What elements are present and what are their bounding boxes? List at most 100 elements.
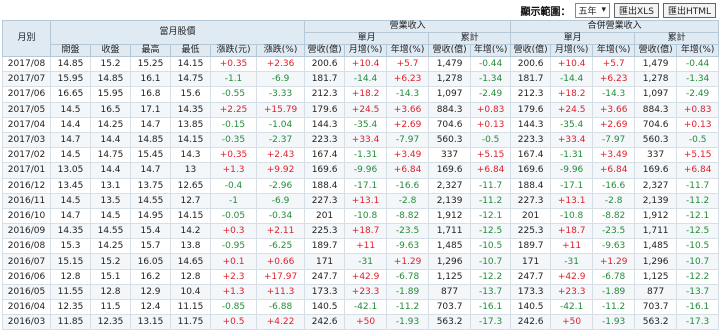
table-cell-l: 14.15 (170, 55, 211, 73)
export-html-button[interactable]: 匯出HTML (662, 2, 716, 18)
table-cell-cr2: 1,125 (634, 268, 678, 285)
table-cell-cr2: 877 (634, 283, 678, 301)
table-cell-cy2: +6.84 (676, 162, 720, 179)
header-cons-yoy: 年增(%) (592, 44, 636, 57)
table-row: 2016/05 11.55 12.8 12.9 10.4 +1.3 +11.3 173.3 +2… (2, 283, 720, 301)
table-cell-cy: -10.5 (470, 238, 512, 255)
header-cumulative: 累計 (428, 32, 512, 45)
header-cons-mom: 月增(%) (550, 44, 594, 57)
table-cell-l: 14.35 (170, 101, 211, 118)
table-cell-cr: 1,296 (428, 253, 472, 270)
header-change: 漲跌(元) (210, 44, 257, 57)
table-cell-r2: 212.3 (510, 86, 552, 103)
table-cell-chgp: +11.3 (255, 283, 306, 301)
table-cell-cr: 169.6 (428, 162, 472, 179)
table-row: 2017/08 14.85 15.2 15.25 14.15 +0.35 +2.36 200.… (2, 55, 720, 73)
table-cell-y2: +5.7 (592, 55, 636, 73)
table-cell-l: 14.15 (170, 131, 211, 149)
table-cell-d: 2016/11 (2, 192, 51, 209)
table-cell-y: +2.69 (386, 116, 430, 133)
table-cell-cy2: -11.7 (676, 177, 720, 194)
table-cell-chg: -0.85 (210, 298, 257, 316)
header-mom: 月增(%) (344, 44, 388, 57)
table-cell-y: -14.3 (386, 86, 430, 103)
table-cell-y2: +6.84 (592, 162, 636, 179)
table-cell-y2: -1.89 (592, 283, 636, 301)
table-cell-r: 200.6 (304, 55, 346, 73)
table-cell-cy: +6.84 (470, 162, 512, 179)
table-cell-m2: -35.4 (550, 116, 594, 133)
table-cell-h: 13.15 (130, 314, 171, 330)
range-select[interactable]: 五年 ▾ (574, 2, 611, 18)
table-cell-y: -9.63 (386, 238, 430, 255)
table-row: 2016/10 14.7 14.5 14.95 14.15 -0.05 -0.34 201 -1… (2, 207, 720, 225)
table-cell-cy2: -10.5 (676, 238, 720, 255)
table-cell-r: 167.4 (304, 147, 346, 164)
table-cell-c: 14.75 (90, 147, 131, 164)
table-cell-cy2: -17.3 (676, 314, 720, 330)
header-single-month: 單月 (304, 32, 430, 45)
table-cell-chgp: +15.79 (255, 101, 306, 118)
table-cell-cy2: -12.2 (676, 268, 720, 285)
table-row: 2016/12 13.45 13.1 13.75 12.65 -0.4 -2.96 188.4… (2, 177, 720, 194)
table-cell-l: 14.2 (170, 223, 211, 240)
table-cell-o: 15.3 (50, 238, 91, 255)
table-cell-r2: 181.7 (510, 71, 552, 88)
table-cell-m: +33.4 (344, 131, 388, 149)
table-cell-c: 12.8 (90, 283, 131, 301)
table-cell-d: 2016/04 (2, 298, 51, 316)
table-cell-chgp: -0.34 (255, 207, 306, 225)
table-cell-o: 14.5 (50, 192, 91, 209)
table-cell-h: 16.8 (130, 86, 171, 103)
table-cell-chg: +0.3 (210, 223, 257, 240)
table-cell-cy2: +5.15 (676, 147, 720, 164)
table-cell-y2: -9.63 (592, 238, 636, 255)
table-cell-cr2: 560.3 (634, 131, 678, 149)
table-cell-y2: -6.78 (592, 268, 636, 285)
table-cell-chg: +0.5 (210, 314, 257, 330)
table-cell-y2: +6.23 (592, 71, 636, 88)
table-cell-y2: -16.6 (592, 177, 636, 194)
table-cell-r2: 189.7 (510, 238, 552, 255)
table-cell-c: 12.35 (90, 314, 131, 330)
table-cell-y: +6.23 (386, 71, 430, 88)
table-cell-h: 14.95 (130, 207, 171, 225)
table-cell-m: +24.5 (344, 101, 388, 118)
table-cell-c: 14.25 (90, 238, 131, 255)
table-cell-o: 14.4 (50, 116, 91, 133)
table-cell-l: 10.4 (170, 283, 211, 301)
table-cell-y2: -2.8 (592, 192, 636, 209)
table-cell-r: 212.3 (304, 86, 346, 103)
table-cell-o: 15.15 (50, 253, 91, 270)
table-cell-cr: 877 (428, 283, 472, 301)
table-cell-r: 223.3 (304, 131, 346, 149)
table-cell-l: 12.7 (170, 192, 211, 209)
table-cell-cr: 884.3 (428, 101, 472, 118)
table-cell-h: 15.45 (130, 147, 171, 164)
table-cell-cr: 1,912 (428, 207, 472, 225)
table-cell-r2: 201 (510, 207, 552, 225)
table-cell-m2: +18.7 (550, 223, 594, 240)
table-cell-r2: 140.5 (510, 298, 552, 316)
table-cell-r: 144.3 (304, 116, 346, 133)
table-row: 2017/07 15.95 14.85 16.1 14.75 -1.1 -6.9 181.7-… (2, 71, 720, 88)
table-cell-c: 11.5 (90, 298, 131, 316)
table-cell-h: 12.9 (130, 283, 171, 301)
table-cell-d: 2016/12 (2, 177, 51, 194)
table-cell-r2: 179.6 (510, 101, 552, 118)
revenue-table: 月別 當月股價 營業收入 合併營業收入 單月 累計 單月 累計 開盤 收盤 最高… (2, 20, 720, 330)
table-cell-o: 14.5 (50, 147, 91, 164)
table-cell-h: 16.05 (130, 253, 171, 270)
table-cell-cr: 1,125 (428, 268, 472, 285)
table-cell-c: 14.4 (90, 162, 131, 179)
table-cell-chg: -0.4 (210, 177, 257, 194)
table-cell-cy: +0.13 (470, 116, 512, 133)
header-close: 收盤 (90, 44, 131, 57)
table-cell-chg: +0.35 (210, 147, 257, 164)
table-cell-r2: 200.6 (510, 55, 552, 73)
table-row: 2016/07 15.15 15.2 16.05 14.65 +0.1 +0.66 171 -3… (2, 253, 720, 270)
table-cell-cr: 1,485 (428, 238, 472, 255)
export-xls-button[interactable]: 匯出XLS (614, 2, 659, 18)
table-cell-m: +42.9 (344, 268, 388, 285)
table-cell-chgp: -2.37 (255, 131, 306, 149)
